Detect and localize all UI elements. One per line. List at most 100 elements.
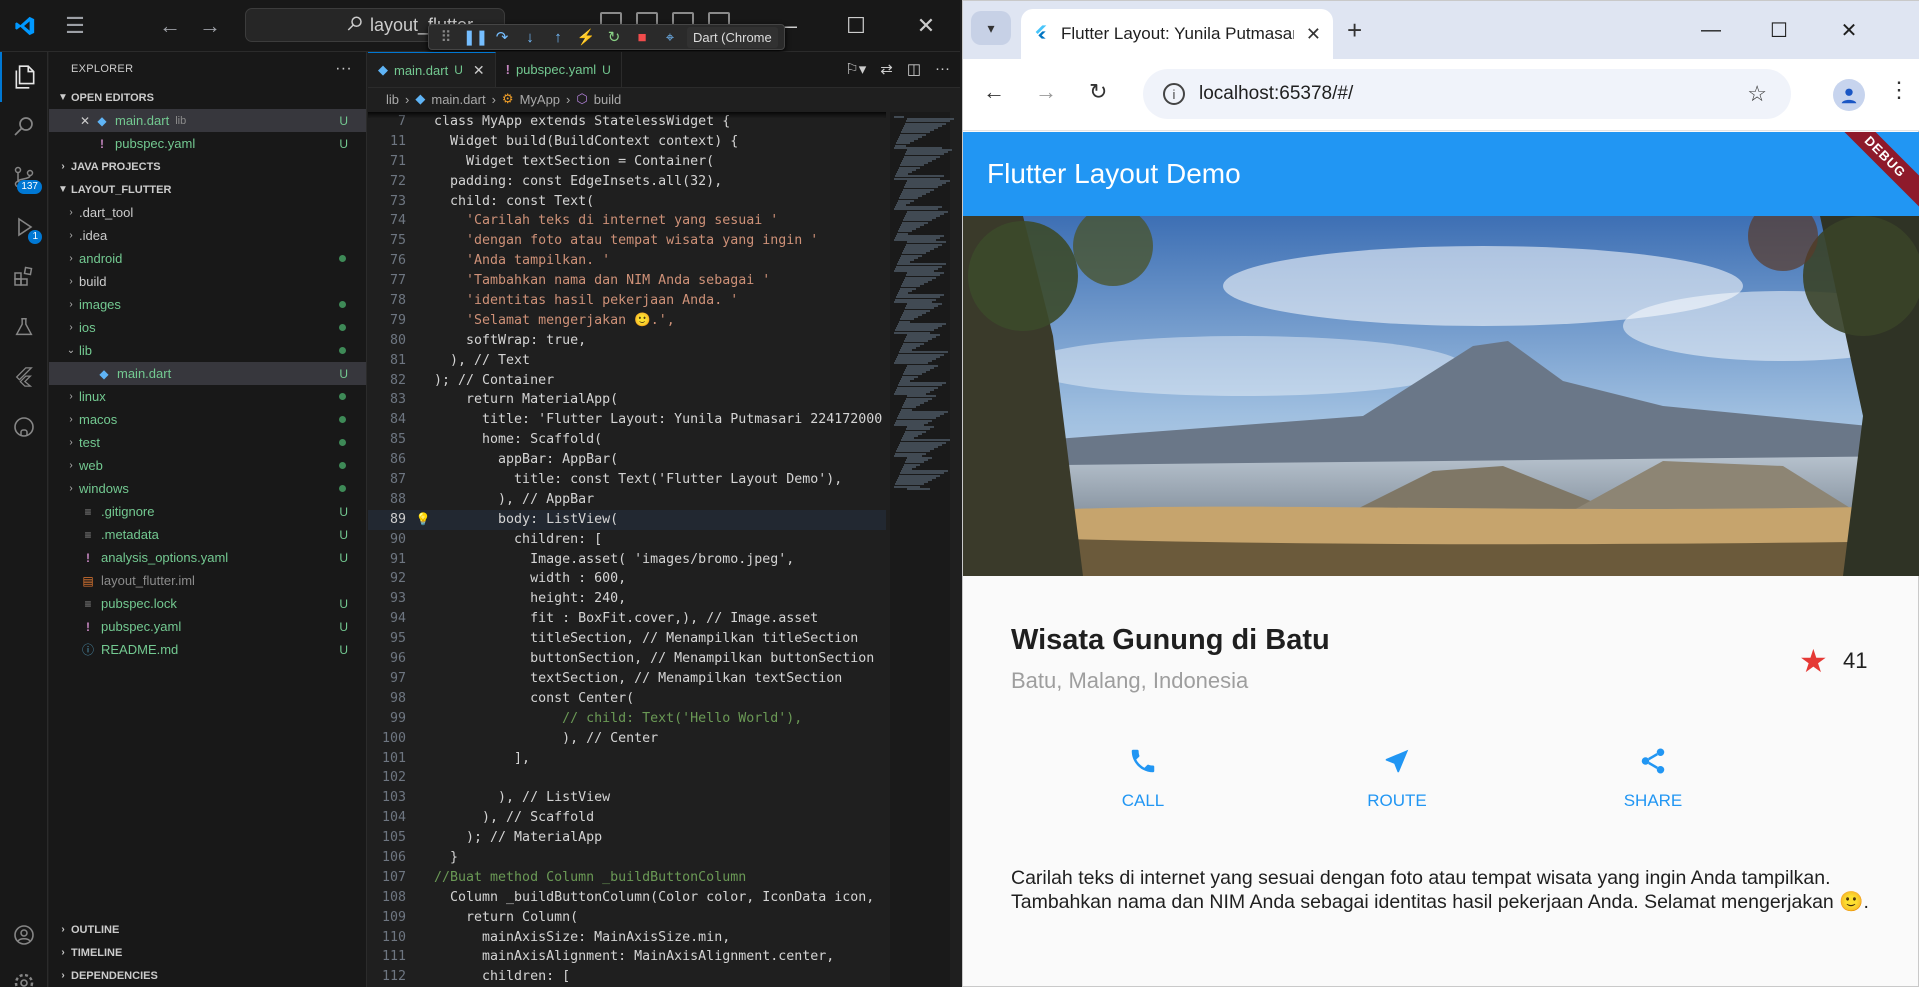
profile-avatar-icon[interactable] <box>1833 79 1865 111</box>
code-line[interactable]: 99 // child: Text('Hello World'), <box>368 709 886 729</box>
bookmark-star-icon[interactable]: ☆ <box>1747 81 1767 107</box>
code-line[interactable]: 84 title: 'Flutter Layout: Yunila Putmas… <box>368 410 886 430</box>
code-line[interactable]: 96 buttonSection, // Menampilkan buttonS… <box>368 649 886 669</box>
tree-item[interactable]: › build <box>49 270 366 293</box>
code-line[interactable]: 111 mainAxisAlignment: MainAxisAlignment… <box>368 947 886 967</box>
tree-item[interactable]: ⓘ README.md U <box>49 638 366 661</box>
split-editor-icon[interactable]: ◫ <box>907 60 921 78</box>
code-line[interactable]: 100 ), // Center <box>368 729 886 749</box>
code-line[interactable]: 103 ), // ListView <box>368 788 886 808</box>
hot-reload-icon[interactable]: ⚡ <box>575 28 597 46</box>
menu-icon[interactable]: ☰ <box>50 0 100 52</box>
code-line[interactable]: 88 ), // AppBar <box>368 490 886 510</box>
code-line[interactable]: 110 mainAxisSize: MainAxisSize.min, <box>368 928 886 948</box>
code-line[interactable]: 109 return Column( <box>368 908 886 928</box>
project-section[interactable]: ▼ LAYOUT_FLUTTER <box>49 178 366 201</box>
tree-item[interactable]: › ios <box>49 316 366 339</box>
minimap[interactable] <box>890 112 954 987</box>
outline-section[interactable]: › OUTLINE <box>49 918 367 941</box>
code-line[interactable]: 86 appBar: AppBar( <box>368 450 886 470</box>
code-line[interactable]: 105 ); // MaterialApp <box>368 828 886 848</box>
close-tab-icon[interactable]: ✕ <box>1306 24 1321 45</box>
address-bar[interactable]: i localhost:65378/#/ ☆ <box>1143 69 1791 119</box>
open-editor-item[interactable]: ✕ ◆ main.dart lib U <box>49 109 366 132</box>
back-arrow-icon[interactable]: ← <box>983 79 1005 105</box>
star-icon[interactable]: ★ <box>1799 642 1828 680</box>
tree-item[interactable]: ◆ main.dart U <box>49 362 366 385</box>
code-line[interactable]: 71 Widget textSection = Container( <box>368 152 886 172</box>
source-control-icon[interactable]: 137 <box>0 152 48 202</box>
github-icon[interactable] <box>0 402 48 452</box>
search-icon[interactable] <box>0 102 48 152</box>
code-line[interactable]: 76 'Anda tampilkan. ' <box>368 251 886 271</box>
step-over-icon[interactable]: ↷ <box>491 28 513 46</box>
code-line[interactable]: 79 'Selamat mengerjakan 🙂.', <box>368 311 886 331</box>
tree-item[interactable]: ▤ layout_flutter.iml <box>49 569 366 592</box>
code-editor[interactable]: 7 class MyApp extends StatelessWidget {11… <box>368 112 886 987</box>
code-line[interactable]: 106 } <box>368 848 886 868</box>
code-line[interactable]: 78 'identitas hasil pekerjaan Anda. ' <box>368 291 886 311</box>
tree-item[interactable]: › .dart_tool <box>49 201 366 224</box>
code-line[interactable]: 85 home: Scaffold( <box>368 430 886 450</box>
code-line[interactable]: 75 'dengan foto atau tempat wisata yang … <box>368 231 886 251</box>
code-line[interactable]: 80 softWrap: true, <box>368 331 886 351</box>
code-line[interactable]: 108 Column _buildButtonColumn(Color colo… <box>368 888 886 908</box>
close-icon[interactable]: ✕ <box>77 114 93 128</box>
code-line[interactable]: 101 ], <box>368 749 886 769</box>
code-line[interactable]: 89 💡 body: ListView( <box>368 509 886 530</box>
dependencies-section[interactable]: › DEPENDENCIES <box>49 964 367 987</box>
java-projects-section[interactable]: › JAVA PROJECTS <box>49 155 366 178</box>
tree-item[interactable]: › web <box>49 454 366 477</box>
compare-icon[interactable]: ⇄ <box>880 60 893 78</box>
route-button[interactable]: ROUTE <box>1327 746 1467 811</box>
code-line[interactable]: 107 //Buat method Column _buildButtonColu… <box>368 868 886 888</box>
code-line[interactable]: 102 <box>368 768 886 788</box>
back-arrow-icon[interactable]: ← <box>150 0 190 52</box>
tree-item[interactable]: › test <box>49 431 366 454</box>
maximize-icon[interactable]: ☐ <box>1745 1 1813 59</box>
tab-pubspec-yaml[interactable]: ! pubspec.yaml U <box>496 52 622 87</box>
code-line[interactable]: 11 Widget build(BuildContext context) { <box>368 132 886 152</box>
code-line[interactable]: 72 padding: const EdgeInsets.all(32), <box>368 172 886 192</box>
code-line[interactable]: 90 children: [ <box>368 530 886 550</box>
drag-handle-icon[interactable]: ⠿ <box>435 28 457 46</box>
code-line[interactable]: 81 ), // Text <box>368 351 886 371</box>
tab-main-dart[interactable]: ◆ main.dart U ✕ <box>368 52 496 87</box>
breadcrumb-item[interactable]: main.dart <box>431 92 485 107</box>
debug-config-label[interactable]: Dart (Chrome <box>687 26 778 48</box>
tab-search-chevron-icon[interactable]: ▾ <box>971 11 1011 45</box>
breadcrumb-item[interactable]: build <box>594 92 621 107</box>
stop-icon[interactable]: ■ <box>631 29 653 46</box>
forward-arrow-icon[interactable]: → <box>190 0 230 52</box>
extensions-icon[interactable] <box>0 252 48 302</box>
maximize-icon[interactable]: ☐ <box>826 0 886 52</box>
open-editor-item[interactable]: ! pubspec.yaml U <box>49 132 366 155</box>
settings-gear-icon[interactable] <box>0 958 48 987</box>
forward-arrow-icon[interactable]: → <box>1035 79 1057 105</box>
explorer-icon[interactable] <box>0 52 48 102</box>
pause-icon[interactable]: ❚❚ <box>463 28 488 46</box>
close-icon[interactable]: ✕ <box>473 62 485 79</box>
code-line[interactable]: 82); // Container <box>368 371 886 391</box>
code-line[interactable]: 112 children: [ <box>368 967 886 987</box>
share-button[interactable]: SHARE <box>1583 746 1723 811</box>
code-line[interactable]: 83 return MaterialApp( <box>368 390 886 410</box>
tree-item[interactable]: › images <box>49 293 366 316</box>
browser-tab[interactable]: Flutter Layout: Yunila Putmasari ✕ <box>1021 9 1333 59</box>
code-line[interactable]: 74 'Carilah teks di internet yang sesuai… <box>368 211 886 231</box>
more-actions-icon[interactable]: ··· <box>935 60 950 78</box>
tree-item[interactable]: › android <box>49 247 366 270</box>
accounts-icon[interactable] <box>0 910 48 960</box>
more-actions-icon[interactable]: ··· <box>335 60 352 78</box>
code-line[interactable]: 77 'Tambahkan nama dan NIM Anda sebagai … <box>368 271 886 291</box>
tree-item[interactable]: ⌄ lib <box>49 339 366 362</box>
code-line[interactable]: 94 fit : BoxFit.cover,), // Image.asset <box>368 609 886 629</box>
tree-item[interactable]: ≡ .gitignore U <box>49 500 366 523</box>
code-line[interactable]: 97 textSection, // Menampilkan textSecti… <box>368 669 886 689</box>
tree-item[interactable]: › windows <box>49 477 366 500</box>
code-line[interactable]: 93 height: 240, <box>368 589 886 609</box>
testing-icon[interactable] <box>0 302 48 352</box>
code-line[interactable]: 91 Image.asset( 'images/bromo.jpeg', <box>368 550 886 570</box>
flutter-icon[interactable] <box>0 352 48 402</box>
tree-item[interactable]: › .idea <box>49 224 366 247</box>
